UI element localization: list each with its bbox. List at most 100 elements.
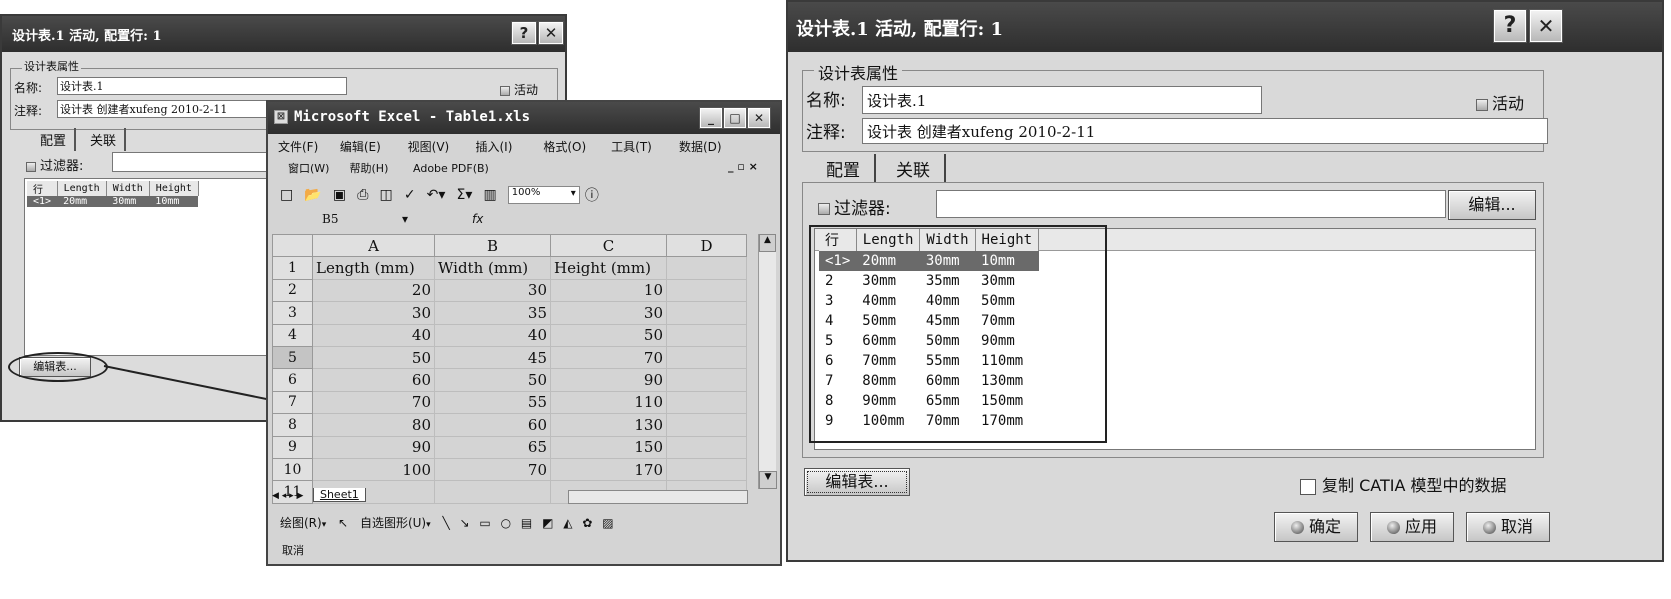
cell[interactable]: 40	[312, 323, 435, 347]
cell[interactable]: 55	[434, 390, 551, 415]
scroll-up-icon[interactable]: ▲	[759, 234, 776, 252]
cell[interactable]: Length (mm)	[312, 256, 435, 280]
cell[interactable]: 110	[550, 390, 667, 415]
cell[interactable]	[666, 301, 747, 325]
tab-link[interactable]: 关联	[882, 154, 946, 183]
comment-field[interactable]: 设计表 创建者xufeng 2010-2-11	[862, 118, 1548, 144]
chart-icon[interactable]: ▥	[483, 187, 496, 203]
excel-menu-window[interactable]: 窗口(W)	[288, 160, 346, 176]
draw-menu[interactable]: 绘图(R)	[280, 516, 322, 530]
excel-menu-view[interactable]: 视图(V)	[408, 138, 472, 155]
diagram-icon[interactable]: ◭	[563, 516, 572, 530]
edit-table-button[interactable]: 编辑表...	[804, 468, 910, 496]
open-folder-icon[interactable]: 📂	[304, 187, 321, 203]
cell[interactable]: 90	[550, 368, 667, 392]
select-all-cell[interactable]	[272, 233, 313, 258]
cell[interactable]: 150	[550, 435, 667, 459]
save-icon[interactable]: ▣	[333, 187, 346, 203]
oval-icon[interactable]: ○	[501, 516, 511, 530]
cell[interactable]: 30	[434, 278, 551, 303]
col-header-c[interactable]: C	[550, 233, 667, 258]
cell[interactable]: 35	[434, 301, 551, 325]
cell[interactable]: 50	[434, 368, 551, 392]
excel-minimize-button[interactable]: _	[699, 107, 723, 129]
cell[interactable]: 170	[550, 457, 667, 482]
clipart-icon[interactable]: ✿	[582, 516, 592, 530]
cell[interactable]: 90	[312, 435, 435, 459]
undo-icon[interactable]: ↶▾	[427, 187, 446, 203]
picture-icon[interactable]: ▨	[602, 516, 613, 530]
col-header-a[interactable]: A	[312, 233, 435, 258]
cell[interactable]: 130	[550, 413, 667, 437]
tab-config[interactable]: 配置	[812, 154, 876, 183]
name-field[interactable]: 设计表.1	[862, 86, 1262, 114]
cell[interactable]: 40	[434, 323, 551, 347]
cell[interactable]: 60	[312, 368, 435, 392]
sheet-tab-sheet1[interactable]: Sheet1	[312, 488, 366, 502]
cell[interactable]: 50	[312, 345, 435, 370]
excel-menu-edit[interactable]: 编辑(E)	[340, 138, 404, 155]
title-bar[interactable]: 设计表.1 活动, 配置行: 1 ? ✕	[788, 2, 1662, 52]
filter-input[interactable]	[936, 190, 1446, 218]
zoom-box[interactable]: 100% ▾	[507, 185, 580, 204]
scroll-down-icon[interactable]: ▼	[759, 471, 777, 489]
print-preview-icon[interactable]: ◫	[379, 187, 392, 203]
excel-maximize-button[interactable]: □	[723, 107, 747, 129]
cell[interactable]: 100	[312, 457, 435, 482]
excel-doc-controls[interactable]: _ ▫ ×	[728, 160, 758, 173]
wordart-icon[interactable]: ◩	[542, 516, 553, 530]
copy-model-data-checkbox[interactable]: 复制 CATIA 模型中的数据	[1300, 472, 1507, 496]
col-header-b[interactable]: B	[434, 233, 551, 258]
excel-menu-pdf[interactable]: Adobe PDF(B)	[413, 162, 503, 175]
excel-menu-file[interactable]: 文件(F)	[278, 138, 336, 155]
cell[interactable]: Height (mm)	[550, 256, 667, 280]
cell[interactable]: 50	[550, 323, 667, 347]
print-icon[interactable]: ⎙	[357, 187, 368, 203]
help-icon[interactable]: ⓘ	[585, 185, 599, 205]
excel-menu-data[interactable]: 数据(D)	[679, 138, 739, 155]
cell[interactable]: 70	[550, 345, 667, 370]
cell[interactable]: 30	[312, 301, 435, 325]
cell[interactable]	[666, 368, 747, 392]
cell[interactable]	[666, 457, 747, 482]
excel-close-button[interactable]: ✕	[747, 107, 771, 129]
cell[interactable]: 30	[550, 301, 667, 325]
cancel-button[interactable]: 取消	[1466, 512, 1550, 542]
line-icon[interactable]: ╲	[442, 516, 449, 530]
ok-button[interactable]: 确定	[1274, 512, 1358, 542]
rectangle-icon[interactable]: ▭	[479, 516, 490, 530]
cell[interactable]	[666, 435, 747, 459]
cell[interactable]: 70	[312, 390, 435, 415]
spelling-icon[interactable]: ✓	[404, 187, 416, 203]
sheet-nav-icon[interactable]: ◀ ◂ ▸ ▶	[272, 491, 303, 501]
help-button[interactable]: ?	[1493, 9, 1527, 43]
filter-edit-button[interactable]: 编辑...	[1448, 190, 1536, 220]
close-button[interactable]: ✕	[1529, 9, 1563, 43]
cell[interactable]: 20	[312, 278, 435, 303]
excel-menu-help[interactable]: 帮助(H)	[350, 160, 410, 176]
cell[interactable]: 45	[434, 345, 551, 370]
excel-menu-tools[interactable]: 工具(T)	[611, 138, 675, 155]
cell[interactable]: Width (mm)	[434, 256, 551, 280]
cell[interactable]	[666, 390, 747, 415]
apply-button[interactable]: 应用	[1370, 512, 1454, 542]
pointer-icon[interactable]: ↖	[338, 516, 348, 530]
new-file-icon[interactable]: □	[280, 187, 293, 203]
cell[interactable]: 70	[434, 457, 551, 482]
autosum-icon[interactable]: Σ▾	[457, 187, 473, 203]
arrow-icon[interactable]: ↘	[460, 516, 470, 530]
cell[interactable]	[666, 323, 747, 347]
name-box[interactable]: B5 ▾	[272, 212, 418, 230]
cell[interactable]: 80	[312, 413, 435, 437]
excel-title-bar[interactable]: ⊠ Microsoft Excel - Table1.xls _ □ ✕	[268, 102, 780, 134]
autoshapes-menu[interactable]: 自选图形(U)	[360, 516, 426, 530]
horizontal-scrollbar[interactable]	[568, 490, 748, 504]
cell[interactable]: 65	[434, 435, 551, 459]
cell[interactable]: 10	[550, 278, 667, 303]
configuration-list[interactable]: 行 Length Width Height <1> 20mm 30mm 10mm 23…	[809, 225, 1536, 450]
cell[interactable]	[666, 413, 747, 437]
cell[interactable]	[666, 278, 747, 303]
excel-menu-format[interactable]: 格式(O)	[543, 138, 607, 155]
cell[interactable]	[666, 256, 747, 280]
excel-menu-insert[interactable]: 插入(I)	[475, 138, 539, 155]
